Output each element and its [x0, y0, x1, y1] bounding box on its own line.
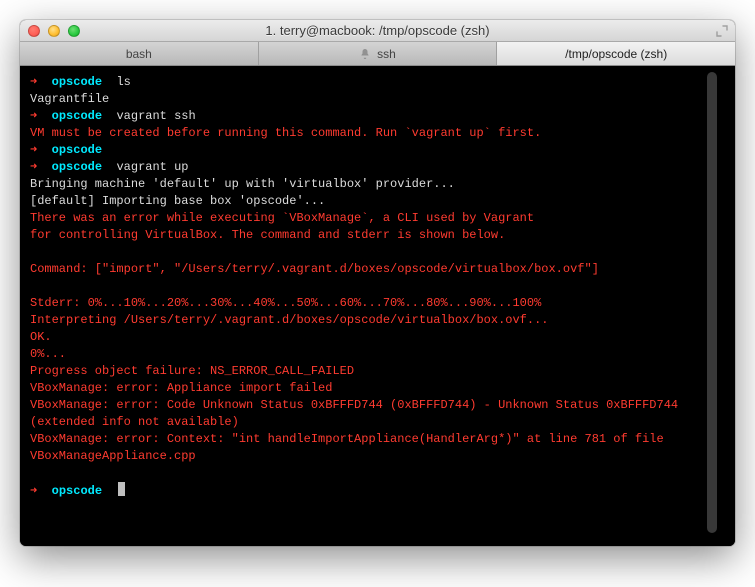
blank-line — [30, 465, 709, 482]
error-output: VM must be created before running this c… — [30, 125, 709, 142]
stdout-output: Vagrantfile — [30, 91, 709, 108]
error-output: VBoxManage: error: Appliance import fail… — [30, 380, 709, 397]
error-output: Interpreting /Users/terry/.vagrant.d/box… — [30, 312, 709, 329]
error-output: 0%... — [30, 346, 709, 363]
error-output: for controlling VirtualBox. The command … — [30, 227, 709, 244]
error-output: Command: ["import", "/Users/terry/.vagra… — [30, 261, 709, 278]
prompt-arrow-icon: ➜ — [30, 75, 52, 89]
window-title: 1. terry@macbook: /tmp/opscode (zsh) — [20, 23, 735, 38]
zoom-icon[interactable] — [68, 25, 80, 37]
scrollbar-thumb[interactable] — [707, 72, 717, 533]
traffic-lights — [20, 25, 80, 37]
tab-bash[interactable]: bash — [20, 42, 259, 65]
tab-label: ssh — [377, 47, 396, 61]
prompt-path: opscode — [52, 75, 102, 89]
prompt-path: opscode — [52, 143, 102, 157]
titlebar[interactable]: 1. terry@macbook: /tmp/opscode (zsh) — [20, 20, 735, 42]
prompt-path: opscode — [52, 160, 102, 174]
terminal-window: 1. terry@macbook: /tmp/opscode (zsh) bas… — [20, 20, 735, 546]
prompt-path: opscode — [52, 484, 102, 498]
prompt-arrow-icon: ➜ — [30, 109, 52, 123]
prompt-arrow-icon: ➜ — [30, 484, 52, 498]
error-output: VBoxManage: error: Context: "int handleI… — [30, 431, 709, 465]
error-output: Progress object failure: NS_ERROR_CALL_F… — [30, 363, 709, 380]
prompt-line: ➜ opscode ls — [30, 74, 709, 91]
cursor-icon — [118, 482, 125, 496]
command-text: ls — [102, 75, 131, 89]
error-output: There was an error while executing `VBox… — [30, 210, 709, 227]
tab-label: /tmp/opscode (zsh) — [565, 47, 667, 61]
prompt-line: ➜ opscode — [30, 142, 709, 159]
tab-bar: bash ssh/tmp/opscode (zsh) — [20, 42, 735, 66]
error-output: OK. — [30, 329, 709, 346]
fullscreen-icon[interactable] — [715, 24, 729, 38]
tab-label: bash — [126, 47, 152, 61]
command-text: vagrant ssh — [102, 109, 196, 123]
prompt-path: opscode — [52, 109, 102, 123]
prompt-arrow-icon: ➜ — [30, 143, 52, 157]
prompt-line: ➜ opscode vagrant up — [30, 159, 709, 176]
close-icon[interactable] — [28, 25, 40, 37]
minimize-icon[interactable] — [48, 25, 60, 37]
prompt-line: ➜ opscode vagrant ssh — [30, 108, 709, 125]
error-output: Stderr: 0%...10%...20%...30%...40%...50%… — [30, 295, 709, 312]
tab--tmp-opscode-zsh-[interactable]: /tmp/opscode (zsh) — [497, 42, 735, 65]
bell-icon — [359, 48, 371, 60]
stdout-output: [default] Importing base box 'opscode'..… — [30, 193, 709, 210]
error-output — [30, 244, 709, 261]
tab-ssh[interactable]: ssh — [259, 42, 498, 65]
error-output — [30, 278, 709, 295]
error-output: VBoxManage: error: Code Unknown Status 0… — [30, 397, 709, 431]
stdout-output: Bringing machine 'default' up with 'virt… — [30, 176, 709, 193]
terminal-body[interactable]: ➜ opscode lsVagrantfile➜ opscode vagrant… — [20, 66, 735, 546]
prompt-line: ➜ opscode — [30, 482, 709, 500]
prompt-arrow-icon: ➜ — [30, 160, 52, 174]
command-text: vagrant up — [102, 160, 188, 174]
